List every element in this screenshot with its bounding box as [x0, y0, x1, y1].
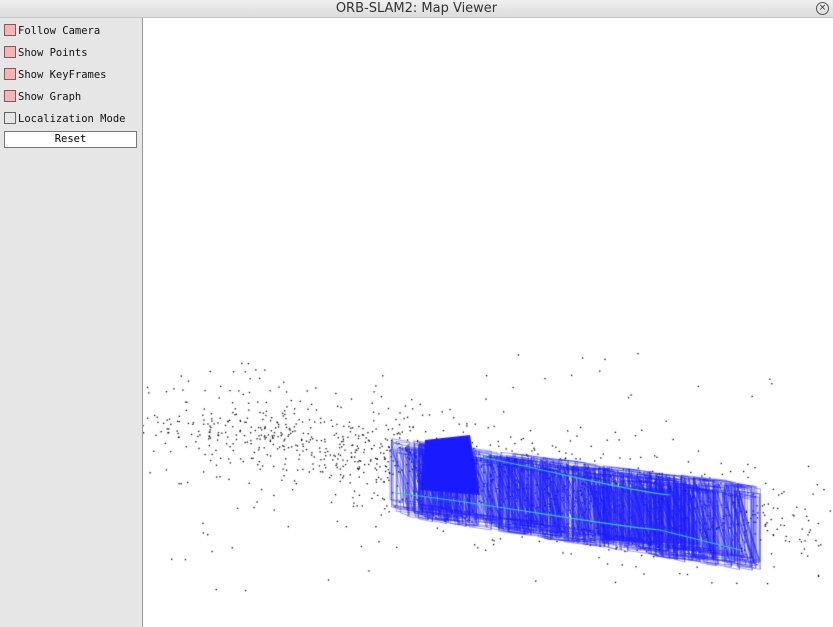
reset-button[interactable]: Reset	[4, 131, 137, 148]
checkbox-icon[interactable]	[4, 46, 16, 58]
checkbox-follow-camera[interactable]: Follow Camera	[4, 24, 100, 38]
title-bar: ORB-SLAM2: Map Viewer ×	[0, 0, 833, 18]
checkbox-label: Show Graph	[18, 91, 82, 103]
checkbox-show-keyframes[interactable]: Show KeyFrames	[4, 68, 107, 82]
checkbox-icon[interactable]	[4, 112, 16, 124]
map-3d-view[interactable]	[143, 18, 833, 627]
checkbox-icon[interactable]	[4, 68, 16, 80]
checkbox-label: Show Points	[18, 47, 88, 59]
checkbox-label: Show KeyFrames	[18, 69, 107, 81]
checkbox-icon[interactable]	[4, 24, 16, 36]
control-panel: Follow Camera Show Points Show KeyFrames…	[0, 18, 143, 627]
checkbox-localization-mode[interactable]: Localization Mode	[4, 112, 125, 126]
checkbox-show-graph[interactable]: Show Graph	[4, 90, 81, 104]
checkbox-icon[interactable]	[4, 90, 16, 102]
checkbox-label: Localization Mode	[18, 113, 126, 125]
window-title: ORB-SLAM2: Map Viewer	[335, 1, 498, 16]
checkbox-show-points[interactable]: Show Points	[4, 46, 88, 60]
checkbox-label: Follow Camera	[18, 25, 101, 37]
close-icon[interactable]: ×	[816, 2, 829, 15]
